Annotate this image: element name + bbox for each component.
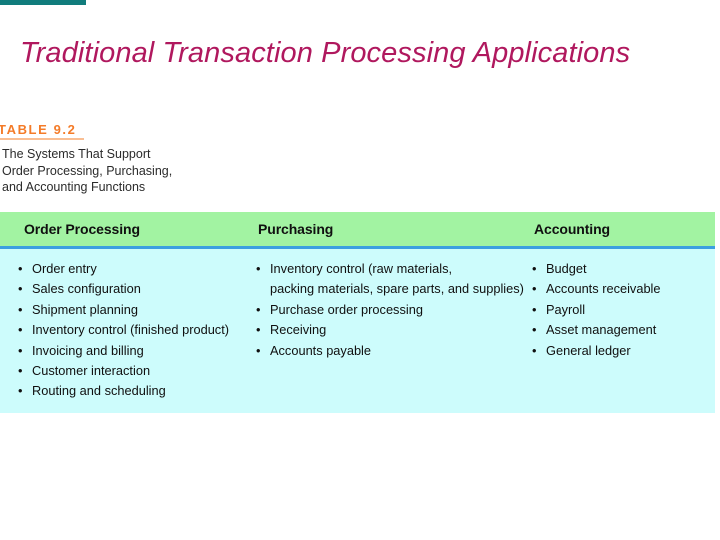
bullet-icon: • — [256, 322, 261, 338]
list-item: • Budget — [532, 259, 661, 279]
list-item-label: Accounts payable — [270, 342, 372, 358]
list-item-label-continued: packing materials, spare parts, and supp… — [270, 281, 524, 297]
bullet-icon: • — [532, 301, 537, 317]
bullet-icon: • — [532, 281, 537, 297]
list-item-label: Accounts receivable — [546, 281, 661, 297]
list-item: • Sales configuration — [18, 279, 229, 299]
list-item: • Routing and scheduling — [18, 381, 229, 401]
table-caption-block: TABLE 9.2 The Systems That Support Order… — [0, 122, 300, 196]
list-item-label: Purchase order processing — [270, 301, 423, 317]
column-accounting: • Budget • Accounts receivable • Payroll… — [532, 259, 661, 361]
bullet-icon: • — [256, 301, 261, 317]
accent-bar — [0, 0, 86, 5]
table-caption-line: and Accounting Functions — [2, 180, 146, 194]
table-caption-line: Order Processing, Purchasing, — [2, 163, 173, 178]
bullet-icon: • — [532, 322, 537, 338]
table-number-label: TABLE 9.2 — [0, 122, 77, 137]
column-header-accounting: Accounting — [534, 221, 610, 237]
bullet-icon: • — [18, 383, 23, 399]
bullet-icon: • — [256, 342, 261, 358]
list-item: • Inventory control (raw materials, pack… — [256, 259, 524, 300]
list-item-label: Sales configuration — [32, 281, 141, 297]
column-header-purchasing: Purchasing — [258, 221, 334, 237]
list-item-label: Inventory control (finished product) — [32, 322, 230, 338]
list-item: • Inventory control (finished product) — [18, 320, 229, 340]
list-item: • Accounts payable — [256, 341, 524, 361]
bullet-icon: • — [18, 363, 23, 379]
list-item: • Payroll — [532, 300, 661, 320]
bullet-icon: • — [18, 342, 23, 358]
list-item-label: Receiving — [270, 322, 327, 338]
column-order-processing: • Order entry • Sales configuration • Sh… — [18, 259, 229, 402]
table-header-row: Order Processing Purchasing Accounting — [0, 212, 715, 246]
list-item: • Shipment planning — [18, 300, 229, 320]
list-item-label: Inventory control (raw materials, — [270, 261, 453, 276]
table-body: • Order entry • Sales configuration • Sh… — [0, 249, 715, 413]
list-item-label: Routing and scheduling — [32, 383, 166, 399]
column-header-order-processing: Order Processing — [24, 221, 140, 237]
list-item-label: Payroll — [546, 301, 586, 317]
list-item: • Asset management — [532, 320, 661, 340]
list-item-label: Order entry — [32, 261, 97, 276]
table-caption-line: The Systems That Support — [2, 147, 151, 161]
bullet-icon: • — [18, 281, 23, 297]
list-item-label: Asset management — [546, 322, 657, 338]
list-item-label: Shipment planning — [32, 301, 139, 317]
bullet-icon: • — [18, 322, 23, 338]
bullet-icon: • — [256, 261, 261, 276]
bullet-icon: • — [18, 301, 23, 317]
list-item: • Invoicing and billing — [18, 341, 229, 361]
list-item-label: Invoicing and billing — [32, 342, 144, 358]
column-purchasing: • Inventory control (raw materials, pack… — [256, 259, 524, 361]
list-item: • Order entry — [18, 259, 229, 279]
list-item-label: Customer interaction — [32, 363, 151, 379]
bullet-icon: • — [18, 261, 23, 276]
table-caption: The Systems That Support Order Processin… — [0, 146, 300, 196]
page-title: Traditional Transaction Processing Appli… — [20, 37, 631, 69]
list-item-label: Budget — [546, 261, 587, 276]
list-item-label: General ledger — [546, 342, 631, 358]
systems-table: Order Processing Purchasing Accounting •… — [0, 212, 715, 413]
bullet-icon: • — [532, 261, 537, 276]
table-number-underline — [0, 138, 84, 140]
bullet-icon: • — [532, 342, 537, 358]
list-item: • Customer interaction — [18, 361, 229, 381]
list-item: • Accounts receivable — [532, 279, 661, 299]
list-item: • Purchase order processing — [256, 300, 524, 320]
list-item: • General ledger — [532, 341, 661, 361]
list-item: • Receiving — [256, 320, 524, 340]
